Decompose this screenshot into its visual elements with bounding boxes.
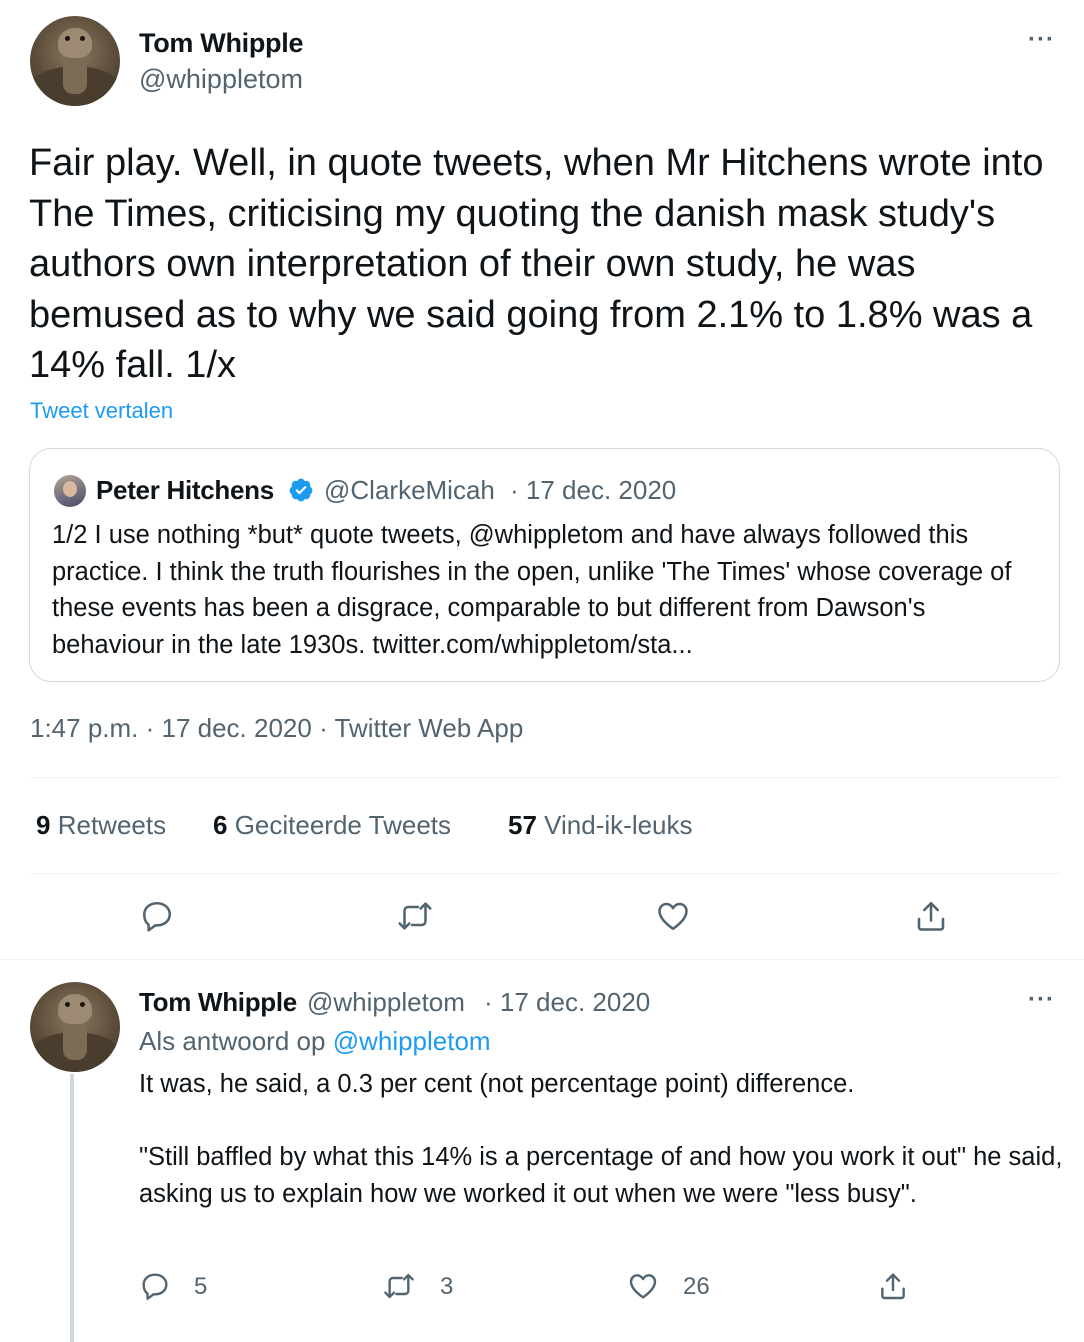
retweets-count: 9 [36, 810, 51, 840]
retweets-label: Retweets [57, 810, 167, 840]
quote-tweets-count: 6 [213, 810, 228, 840]
quoted-tweet[interactable]: Peter Hitchens @ClarkeMicah · 17 dec. 20… [29, 448, 1060, 682]
translate-tweet-link[interactable]: Tweet vertalen [30, 398, 173, 424]
likes-label: Vind-ik-leuks [544, 810, 693, 840]
reply-to-label: Als antwoord op [139, 1026, 326, 1056]
section-divider [0, 959, 1084, 960]
verified-badge-icon [289, 478, 313, 502]
more-options-icon[interactable]: ··· [1028, 26, 1055, 54]
author-name[interactable]: Tom Whipple [139, 28, 303, 59]
retweets-stat[interactable]: 9 Retweets [36, 810, 166, 841]
quoted-avatar [54, 475, 86, 507]
divider [30, 777, 1060, 778]
reply-to-handle-link[interactable]: @whippletom [333, 1026, 491, 1056]
reply-context: Als antwoord op @whippletom [139, 1026, 491, 1057]
share-icon[interactable] [877, 1270, 909, 1302]
reply-icon[interactable] [139, 1270, 171, 1302]
likes-count: 57 [508, 810, 537, 840]
thread-line [70, 1074, 74, 1342]
retweet-count: 3 [440, 1273, 454, 1300]
retweet-icon[interactable] [397, 898, 433, 934]
quoted-text: 1/2 I use nothing *but* quote tweets, @w… [52, 521, 1012, 659]
like-icon[interactable] [655, 898, 691, 934]
tweet-timestamp[interactable]: 1:47 p.m. · 17 dec. 2020 · Twitter Web A… [30, 713, 523, 744]
reply-author-name[interactable]: Tom Whipple [139, 987, 297, 1018]
reply-date[interactable]: · 17 dec. 2020 [484, 987, 650, 1018]
share-icon[interactable] [913, 898, 949, 934]
likes-stat[interactable]: 57 Vind-ik-leuks [508, 810, 693, 841]
like-icon[interactable] [627, 1270, 659, 1302]
avatar[interactable] [30, 982, 120, 1072]
reply-text: It was, he said, a 0.3 per cent (not per… [139, 1070, 1063, 1208]
quoted-date: · 17 dec. 2020 [510, 475, 677, 505]
quoted-author-handle: @ClarkeMicah [324, 475, 495, 505]
like-count: 26 [683, 1273, 710, 1300]
reply-count: 5 [194, 1273, 208, 1300]
author-handle[interactable]: @whippletom [139, 64, 303, 95]
retweet-icon[interactable] [383, 1270, 415, 1302]
more-options-icon[interactable]: ··· [1028, 986, 1055, 1014]
tweet-text: Fair play. Well, in quote tweets, when M… [29, 142, 1044, 386]
reply-author-handle[interactable]: @whippletom [307, 987, 465, 1018]
divider [30, 873, 1060, 874]
reply-icon[interactable] [139, 898, 175, 934]
avatar[interactable] [30, 16, 120, 106]
quote-tweets-stat[interactable]: 6 Geciteerde Tweets [213, 810, 451, 841]
quoted-author-name: Peter Hitchens [96, 475, 274, 505]
quote-tweets-label: Geciteerde Tweets [234, 810, 452, 840]
